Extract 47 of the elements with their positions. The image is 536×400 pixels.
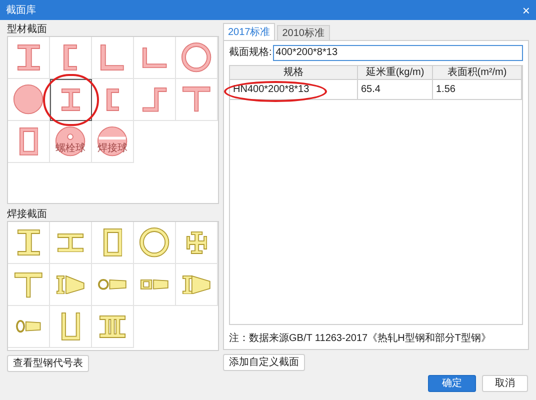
spec-field[interactable]: 400*200*8*13 [272, 44, 523, 60]
section-shape-icon [102, 228, 122, 257]
confirm-button[interactable]: 确定 [428, 375, 476, 392]
section-shape-icon [139, 227, 170, 258]
source-note: 注：数据来源GB/T 11263-2017《热轧H型钢和部分T型钢》 [229, 332, 492, 346]
section-shape-icon [56, 274, 85, 294]
section-shape-icon [182, 274, 211, 294]
section-shape-icon [142, 86, 168, 112]
standard-tab[interactable]: 2010标准 [277, 25, 330, 40]
table-cell: 1.56 [433, 80, 522, 100]
section-shape-icon [57, 232, 84, 252]
section-option[interactable] [8, 79, 50, 121]
section-shape-icon [60, 312, 80, 341]
section-shape-icon [142, 46, 168, 68]
section-option[interactable] [50, 37, 92, 79]
section-shape-icon [98, 279, 127, 290]
window-title: 截面库 [6, 4, 36, 18]
section-shape-icon [18, 127, 38, 156]
section-shape-icon [14, 272, 43, 298]
section-shape-icon [16, 229, 40, 256]
standard-tab[interactable]: 2017标准 [223, 23, 276, 40]
section-shape-icon [13, 84, 44, 115]
field-label: 截面规格: [229, 46, 272, 60]
section-shape-icon [181, 42, 212, 73]
column-header: 延米重(kg/m) [358, 66, 433, 79]
column-header: 规格 [230, 66, 358, 79]
cancel-button[interactable]: 取消 [482, 375, 528, 392]
section-shape-icon [182, 86, 211, 113]
section-shape-icon [106, 88, 120, 112]
table-cell: 65.4 [358, 80, 433, 100]
section-option[interactable] [50, 79, 92, 121]
column-header: 表面积(m²/m) [433, 66, 522, 79]
section-shape-icon [99, 314, 126, 338]
section-shape-icon [16, 44, 40, 71]
section-shape-icon [63, 44, 78, 71]
section-title: 型材截面 [7, 23, 48, 36]
section-shape-icon [186, 230, 208, 254]
table-cell: HN400*200*8*13 [230, 80, 358, 100]
section-shape-icon [140, 279, 169, 290]
section-shape-icon [60, 88, 80, 112]
section-option[interactable] [92, 79, 134, 121]
add-custom-section-button[interactable]: 添加自定义截面 [223, 354, 305, 371]
section-shape-icon [16, 320, 42, 333]
close-button[interactable]: × [522, 4, 530, 16]
section-title: 焊接截面 [7, 208, 48, 222]
code-table-button[interactable]: 查看型钢代号表 [7, 355, 89, 372]
section-shape-icon [100, 44, 125, 71]
